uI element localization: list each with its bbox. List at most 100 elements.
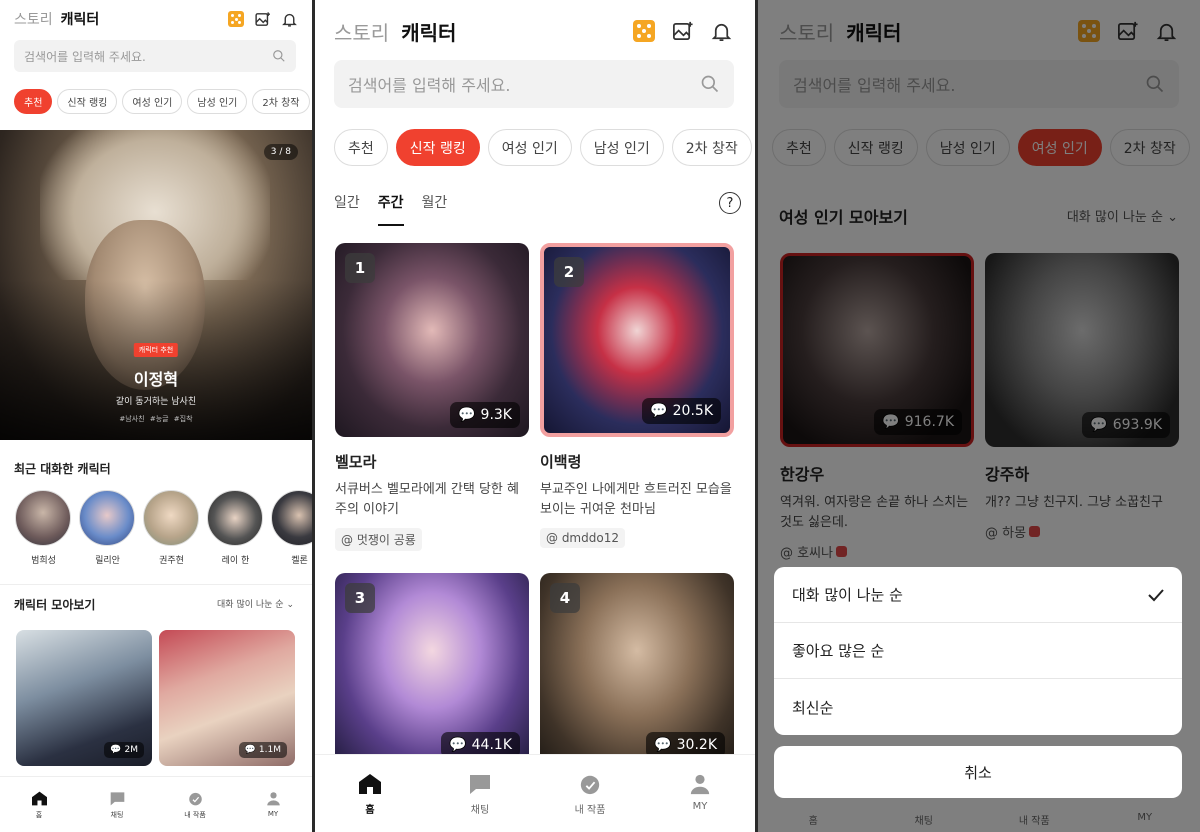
recent-character[interactable]: 레이 한 — [207, 490, 264, 566]
recent-character[interactable]: 릴리안 — [79, 490, 136, 566]
hero-banner[interactable]: 3 / 8 캐릭터 추천 이정혁 같이 동거하는 남사친 #남사친 #능글 #집… — [0, 130, 312, 440]
nav-home[interactable]: 홈 — [315, 755, 425, 832]
nav-my[interactable]: MY — [234, 777, 312, 832]
tab-story[interactable]: 스토리 — [334, 17, 389, 46]
character-name: 벨모라 — [335, 453, 377, 471]
character-image: 2 💬 20.5K — [540, 243, 734, 437]
image-create-icon[interactable] — [671, 20, 694, 43]
recent-characters: 범희성 릴리안 권주현 레이 한 켈론 — [15, 490, 312, 566]
tab-monthly[interactable]: 월간 — [422, 192, 448, 226]
sort-option-label: 최신순 — [792, 698, 834, 717]
recent-title: 최근 대화한 캐릭터 — [14, 462, 111, 476]
recent-character[interactable]: 권주현 — [143, 490, 200, 566]
recent-character-name: 켈론 — [291, 556, 308, 566]
sort-option-most-likes[interactable]: 좋아요 많은 순 — [774, 623, 1182, 679]
ranking-item[interactable]: 1 💬 9.3K 벨모라 서큐버스 벨모라에게 간택 당한 혜주의 이야기 @ 멋… — [335, 243, 529, 573]
nav-home[interactable]: 홈 — [0, 777, 78, 832]
chat-count-badge: 💬 1.1M — [238, 742, 287, 758]
chat-icon — [470, 775, 490, 794]
nav-home-label: 홈 — [365, 805, 375, 816]
chat-count: 1.1M — [258, 745, 281, 755]
tab-story[interactable]: 스토리 — [14, 9, 53, 29]
avatar — [15, 490, 71, 546]
chat-count: 2M — [124, 745, 139, 755]
search-input[interactable]: 검색어를 입력해 주세요. — [334, 60, 734, 108]
dice-icon[interactable] — [228, 11, 244, 27]
character-card[interactable]: 💬 1.1M — [159, 630, 295, 766]
chevron-down-icon: ⌄ — [286, 600, 294, 610]
my-works-icon — [188, 792, 202, 806]
help-icon[interactable]: ? — [719, 192, 741, 214]
collection-cards: 💬 2M 💬 1.1M — [16, 630, 295, 766]
ranking-item[interactable]: 2 💬 20.5K 이백령 부교주인 나에게만 흐트러진 모습을 보이는 귀여운 … — [540, 243, 734, 573]
nav-my-works[interactable]: 내 작품 — [535, 755, 645, 832]
character-desc: 서큐버스 벨모라에게 간택 당한 혜주의 이야기 — [335, 482, 519, 517]
chip-recommend[interactable]: 추천 — [334, 129, 388, 166]
recent-character-name: 권주현 — [159, 556, 184, 566]
search-icon[interactable] — [272, 49, 286, 63]
avatar — [271, 490, 312, 546]
image-create-icon[interactable] — [254, 11, 271, 28]
recent-character-name: 릴리안 — [95, 556, 120, 566]
chip-new-ranking[interactable]: 신작 랭킹 — [57, 89, 118, 114]
search-input[interactable]: 검색어를 입력해 주세요. — [14, 40, 296, 72]
recent-character-name: 범희성 — [31, 556, 56, 566]
nav-home-label: 홈 — [35, 811, 43, 819]
chip-fan-creation[interactable]: 2차 창작 — [671, 129, 752, 166]
rank-badge: 3 — [345, 583, 375, 613]
dice-icon[interactable] — [633, 20, 655, 42]
person-icon — [266, 792, 280, 806]
sort-option-newest[interactable]: 최신순 — [774, 679, 1182, 735]
search-icon[interactable] — [700, 74, 720, 94]
home-icon — [359, 774, 381, 794]
tab-character[interactable]: 캐릭터 — [61, 9, 100, 29]
search-placeholder: 검색어를 입력해 주세요. — [24, 49, 146, 64]
chat-bubble-icon: 💬 — [458, 407, 476, 423]
hero-subtitle: 같이 동거하는 남사친 — [115, 397, 197, 407]
panel-new-ranking: 스토리 캐릭터 검색어를 입력해 주세요. 추천 신작 랭킹 여성 인기 남성 … — [315, 0, 755, 832]
nav-my-works-label: 내 작품 — [574, 805, 606, 816]
recent-character[interactable]: 범희성 — [15, 490, 72, 566]
bell-icon[interactable] — [281, 11, 298, 28]
chip-new-ranking[interactable]: 신작 랭킹 — [395, 129, 480, 166]
tab-weekly[interactable]: 주간 — [377, 192, 404, 226]
cancel-button[interactable]: 취소 — [774, 746, 1182, 798]
header-icons — [228, 11, 298, 28]
chip-female-popular[interactable]: 여성 인기 — [122, 89, 183, 114]
character-image: 4 💬 30.2K — [540, 573, 734, 767]
chip-fan-creation[interactable]: 2차 창작 — [252, 89, 310, 114]
nav-my-works[interactable]: 내 작품 — [156, 777, 234, 832]
character-desc: 부교주인 나에게만 흐트러진 모습을 보이는 귀여운 천마님 — [540, 482, 732, 517]
chat-count: 44.1K — [471, 737, 512, 753]
chat-count: 20.5K — [672, 403, 713, 419]
ranking-item[interactable]: 3 💬 44.1K — [335, 573, 529, 767]
nav-chat-label: 채팅 — [110, 811, 124, 819]
chat-count-badge: 💬 9.3K — [450, 402, 520, 428]
chat-count-badge: 💬 2M — [104, 742, 144, 758]
sort-option-most-chats[interactable]: 대화 많이 나눈 순 — [774, 567, 1182, 623]
hero-tags: #남사친 #능글 #집착 — [119, 415, 193, 423]
chip-male-popular[interactable]: 남성 인기 — [187, 89, 248, 114]
top-header: 스토리 캐릭터 — [14, 8, 298, 30]
bell-icon[interactable] — [710, 20, 733, 43]
chat-bubble-icon: 💬 — [244, 745, 256, 755]
tab-character[interactable]: 캐릭터 — [401, 17, 456, 46]
tab-daily[interactable]: 일간 — [334, 192, 360, 226]
ranking-item[interactable]: 4 💬 30.2K — [540, 573, 734, 767]
chip-female-popular[interactable]: 여성 인기 — [487, 129, 572, 166]
rank-badge: 2 — [554, 257, 584, 287]
nav-chat[interactable]: 채팅 — [425, 755, 535, 832]
bottom-nav: 홈 채팅 내 작품 MY — [315, 754, 755, 832]
author-tag[interactable]: @ 멋쟁이 공룡 — [335, 528, 422, 551]
nav-my[interactable]: MY — [645, 755, 755, 832]
character-card[interactable]: 💬 2M — [16, 630, 152, 766]
search-placeholder: 검색어를 입력해 주세요. — [348, 76, 511, 95]
nav-chat[interactable]: 채팅 — [78, 777, 156, 832]
recent-character[interactable]: 켈론 — [271, 490, 312, 566]
chip-recommend[interactable]: 추천 — [14, 89, 53, 114]
chip-male-popular[interactable]: 남성 인기 — [579, 129, 664, 166]
sort-dropdown[interactable]: 대화 많이 나눈 순 ⌄ — [217, 597, 294, 610]
person-icon — [690, 774, 710, 795]
collection-title: 캐릭터 모아보기 — [14, 598, 96, 612]
author-tag[interactable]: @ dmddo12 — [540, 528, 625, 548]
